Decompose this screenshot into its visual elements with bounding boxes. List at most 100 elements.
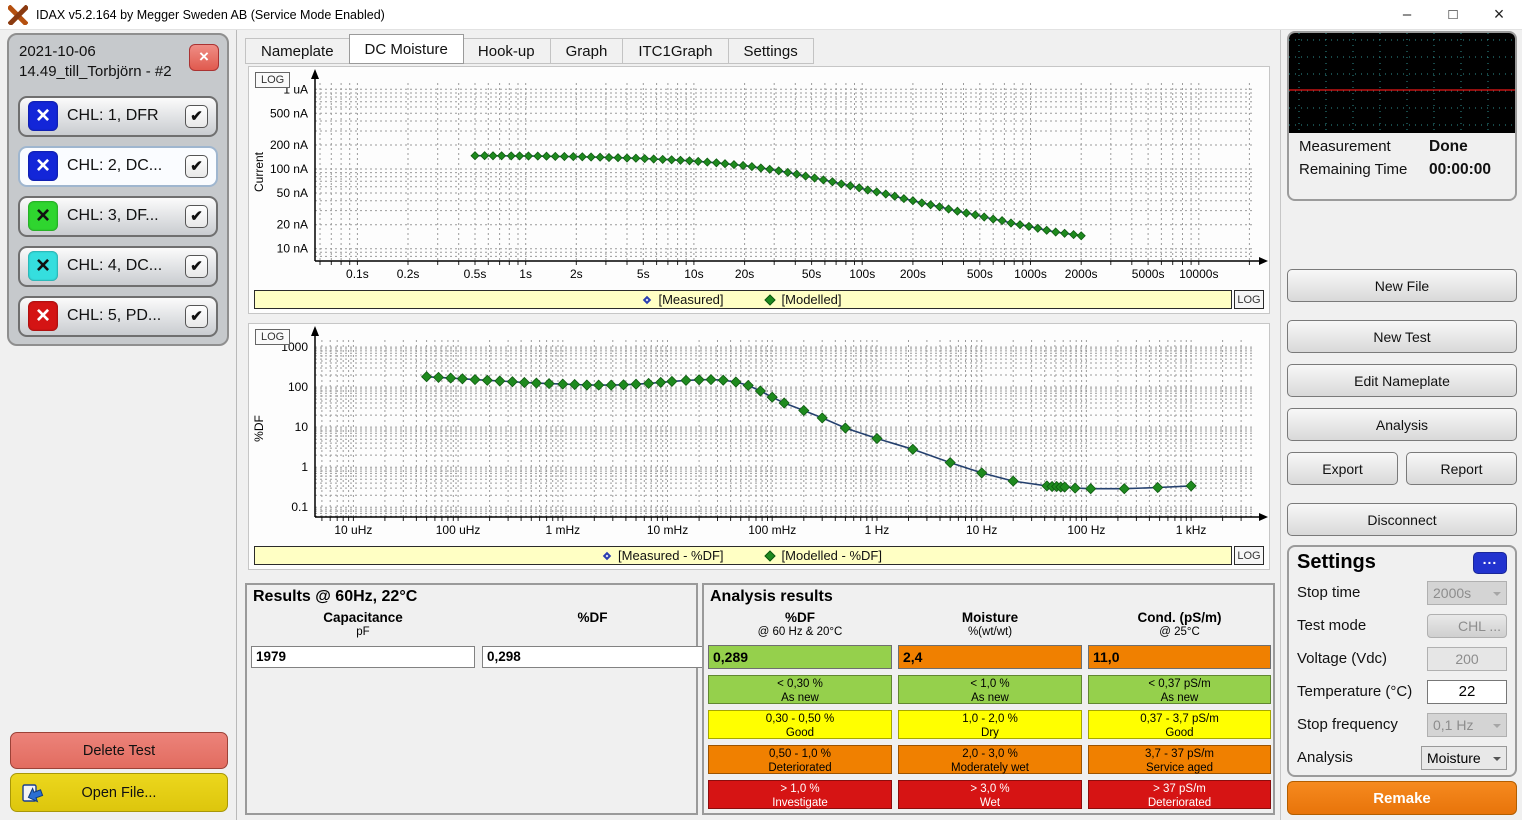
status-box: MeasurementDone Remaining Time00:00:00 bbox=[1287, 31, 1517, 201]
channel-color-icon: × bbox=[28, 251, 58, 281]
tab-dc-moisture[interactable]: DC Moisture bbox=[349, 34, 464, 64]
tab-strip: Nameplate DC Moisture Hook-up Graph ITC1… bbox=[245, 35, 814, 64]
close-icon: × bbox=[199, 46, 209, 69]
edit-nameplate-button[interactable]: Edit Nameplate bbox=[1287, 364, 1517, 397]
file-header: 2021-10-06 14.49_till_Torbjörn - #2 × bbox=[9, 35, 227, 87]
channel-checkbox[interactable]: ✔ bbox=[185, 255, 208, 278]
svg-text:20 nA: 20 nA bbox=[277, 218, 308, 232]
analysis-moisture-value: 2,4 bbox=[898, 645, 1082, 669]
svg-text:0.5s: 0.5s bbox=[464, 267, 487, 281]
svg-text:1: 1 bbox=[301, 460, 308, 474]
analysis-panel: Analysis results %DF @ 60 Hz & 20°C 0,28… bbox=[702, 583, 1275, 815]
svg-text:10: 10 bbox=[295, 420, 309, 434]
channel-label: CHL: 3, DF... bbox=[67, 207, 185, 225]
svg-text:10 mHz: 10 mHz bbox=[647, 523, 688, 537]
scale-row: < 1,0 %As new bbox=[898, 675, 1082, 704]
channel-label: CHL: 5, PD... bbox=[67, 307, 185, 325]
channel-checkbox[interactable]: ✔ bbox=[185, 105, 208, 128]
log-toggle-button[interactable]: LOG bbox=[255, 72, 290, 88]
control-panel: MeasurementDone Remaining Time00:00:00 N… bbox=[1280, 30, 1522, 820]
report-button[interactable]: Report bbox=[1406, 452, 1517, 485]
channel-checkbox[interactable]: ✔ bbox=[185, 205, 208, 228]
channel-label: CHL: 2, DC... bbox=[67, 157, 185, 175]
tab-graph[interactable]: Graph bbox=[551, 38, 624, 64]
svg-text:0.1s: 0.1s bbox=[346, 267, 369, 281]
channel-color-icon: × bbox=[28, 151, 58, 181]
analysis-select[interactable]: Moisture bbox=[1421, 746, 1507, 770]
export-button[interactable]: Export bbox=[1287, 452, 1398, 485]
open-file-button[interactable]: Open File... bbox=[10, 773, 228, 812]
tab-hook-up[interactable]: Hook-up bbox=[463, 38, 551, 64]
stop-frequency-select: 0,1 Hz bbox=[1427, 713, 1507, 737]
df-header: %DF bbox=[482, 610, 703, 626]
svg-text:5s: 5s bbox=[637, 267, 650, 281]
channel-item-4[interactable]: × CHL: 4, DC... ✔ bbox=[18, 246, 218, 287]
channel-item-3[interactable]: × CHL: 3, DF... ✔ bbox=[18, 196, 218, 237]
log-toggle-button[interactable]: LOG bbox=[1234, 290, 1264, 309]
scale-row: 0,50 - 1,0 %Deteriorated bbox=[708, 745, 892, 774]
capacitance-header: Capacitance bbox=[251, 610, 475, 626]
svg-text:1 kHz: 1 kHz bbox=[1176, 523, 1207, 537]
tab-settings[interactable]: Settings bbox=[729, 38, 814, 64]
analysis-df-value: 0,289 bbox=[708, 645, 892, 669]
maximize-icon[interactable]: □ bbox=[1430, 0, 1476, 29]
measured-legend-item: [Measured] bbox=[644, 292, 723, 307]
delete-test-button[interactable]: Delete Test bbox=[10, 732, 228, 769]
file-card: 2021-10-06 14.49_till_Torbjörn - #2 × × … bbox=[7, 33, 229, 346]
close-icon[interactable]: × bbox=[1476, 0, 1522, 29]
tab-nameplate[interactable]: Nameplate bbox=[245, 38, 350, 64]
svg-text:100 uHz: 100 uHz bbox=[436, 523, 481, 537]
df-unit bbox=[482, 626, 703, 640]
setting-row-stop-frequency: Stop frequency 0,1 Hz bbox=[1297, 708, 1507, 741]
ellipsis-button[interactable]: ... bbox=[1473, 552, 1507, 574]
svg-text:0.1: 0.1 bbox=[291, 500, 308, 514]
app-window: IDAX v5.2.164 by Megger Sweden AB (Servi… bbox=[0, 0, 1522, 820]
scale-row: 0,30 - 0,50 %Good bbox=[708, 710, 892, 739]
temperature-field[interactable] bbox=[1433, 682, 1501, 701]
remaining-time-value: 00:00:00 bbox=[1429, 161, 1515, 179]
remake-button[interactable]: Remake bbox=[1287, 781, 1517, 815]
check-icon: ✔ bbox=[190, 259, 203, 274]
settings-title: Settings bbox=[1297, 551, 1473, 574]
current-chart-plot: 1 uA500 nA200 nA100 nA50 nA20 nA10 nA0.1… bbox=[249, 67, 1269, 289]
svg-text:Current: Current bbox=[252, 151, 266, 192]
file-close-button[interactable]: × bbox=[189, 44, 219, 71]
check-icon: ✔ bbox=[190, 159, 203, 174]
setting-row-test-mode: Test mode CHL ... bbox=[1297, 609, 1507, 642]
channel-item-1[interactable]: × CHL: 1, DFR ✔ bbox=[18, 96, 218, 137]
svg-text:500 nA: 500 nA bbox=[270, 106, 308, 120]
log-toggle-button[interactable]: LOG bbox=[1234, 546, 1264, 565]
tab-itc1graph[interactable]: ITC1Graph bbox=[623, 38, 728, 64]
scale-row: > 3,0 %Wet bbox=[898, 780, 1082, 809]
measurement-status: Done bbox=[1429, 138, 1515, 156]
scale-row: 3,7 - 37 pS/mService aged bbox=[1088, 745, 1271, 774]
svg-text:1000s: 1000s bbox=[1014, 267, 1047, 281]
channel-checkbox[interactable]: ✔ bbox=[185, 305, 208, 328]
svg-text:100: 100 bbox=[288, 380, 308, 394]
svg-text:1 Hz: 1 Hz bbox=[865, 523, 890, 537]
new-test-button[interactable]: New Test bbox=[1287, 320, 1517, 353]
channel-item-5[interactable]: × CHL: 5, PD... ✔ bbox=[18, 296, 218, 337]
new-file-button[interactable]: New File bbox=[1287, 269, 1517, 302]
results-title: Results @ 60Hz, 22°C bbox=[251, 587, 692, 606]
analysis-column-conductivity: Cond. (pS/m) @ 25°C 11,0 < 0,37 pS/mAs n… bbox=[1088, 610, 1271, 809]
channel-checkbox[interactable]: ✔ bbox=[185, 155, 208, 178]
channel-label: CHL: 1, DFR bbox=[67, 107, 185, 125]
log-toggle-button[interactable]: LOG bbox=[255, 329, 290, 345]
open-file-icon bbox=[20, 781, 46, 805]
modelled-df-legend-item: [Modelled - %DF] bbox=[766, 548, 882, 563]
setting-row-temperature: Temperature (°C) bbox=[1297, 675, 1507, 708]
disconnect-button[interactable]: Disconnect bbox=[1287, 503, 1517, 536]
window-title: IDAX v5.2.164 by Megger Sweden AB (Servi… bbox=[36, 8, 385, 22]
capacitance-column: Capacitance pF 1979 bbox=[251, 610, 475, 668]
svg-text:500s: 500s bbox=[967, 267, 993, 281]
check-icon: ✔ bbox=[190, 109, 203, 124]
channel-item-2[interactable]: × CHL: 2, DC... ✔ bbox=[18, 146, 218, 187]
check-icon: ✔ bbox=[190, 309, 203, 324]
analysis-button[interactable]: Analysis bbox=[1287, 408, 1517, 441]
svg-text:10 Hz: 10 Hz bbox=[966, 523, 997, 537]
df-value: 0,298 bbox=[482, 646, 703, 668]
df-column: %DF 0,298 bbox=[482, 610, 703, 668]
minimize-icon[interactable]: – bbox=[1384, 0, 1430, 29]
channel-color-icon: × bbox=[28, 101, 58, 131]
